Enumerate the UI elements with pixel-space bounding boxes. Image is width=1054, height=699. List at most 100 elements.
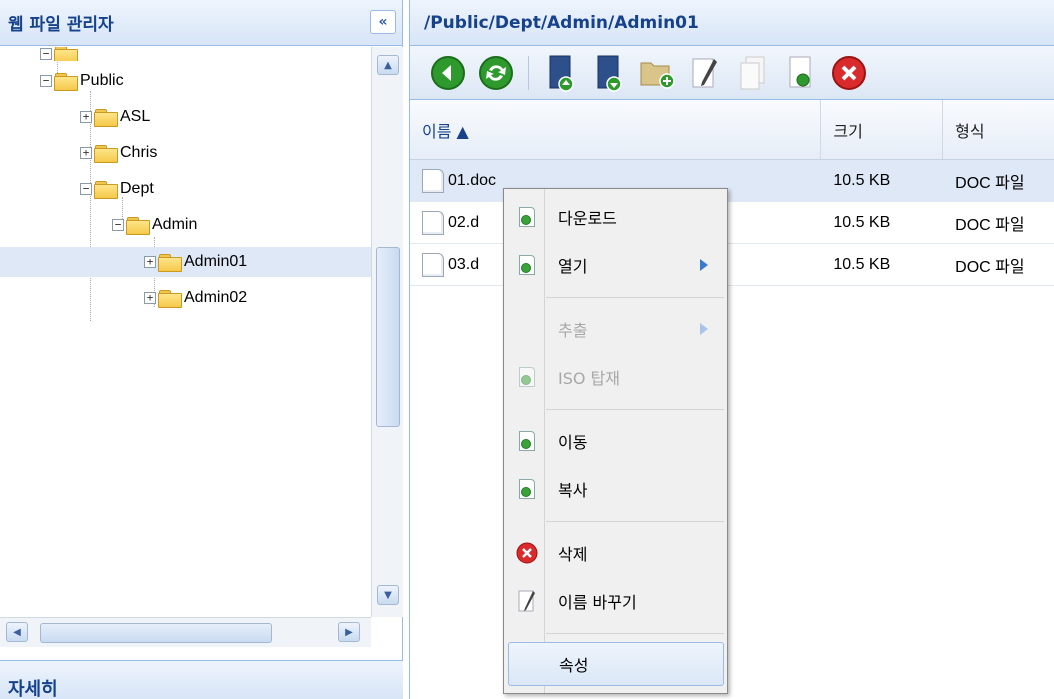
collapse-toggle-icon[interactable]: − bbox=[112, 219, 124, 231]
rename-pen-icon bbox=[692, 58, 717, 87]
tree-item-label: Chris bbox=[120, 144, 158, 161]
tree-item-dept[interactable]: − Dept bbox=[80, 174, 154, 204]
upload-book-icon bbox=[549, 55, 574, 92]
file-type: DOC 파일 bbox=[955, 258, 1025, 276]
menu-separator bbox=[546, 297, 724, 298]
download-button[interactable] bbox=[589, 53, 629, 93]
expand-toggle-icon[interactable]: + bbox=[144, 292, 156, 304]
folder-icon bbox=[54, 47, 78, 61]
tree-item-admin01[interactable]: + Admin01 bbox=[0, 247, 371, 277]
submenu-arrow-icon bbox=[700, 323, 708, 335]
rename-pen-icon bbox=[518, 590, 535, 612]
toolbar-separator bbox=[528, 55, 529, 90]
file-name: 02.d bbox=[448, 213, 480, 231]
tree-item-label: Dept bbox=[120, 180, 154, 197]
menu-item-move[interactable]: 이동 bbox=[508, 423, 724, 459]
tree-item-partial[interactable]: − bbox=[40, 47, 80, 61]
submenu-arrow-icon bbox=[700, 259, 708, 271]
folder-icon bbox=[94, 108, 118, 127]
scroll-down-icon[interactable]: ▼ bbox=[377, 585, 399, 605]
back-button[interactable] bbox=[428, 53, 468, 93]
menu-item-delete[interactable]: 삭제 bbox=[508, 535, 724, 571]
new-folder-icon bbox=[640, 62, 675, 89]
scroll-up-icon[interactable]: ▲ bbox=[377, 55, 399, 75]
menu-item-label: 속성 bbox=[559, 656, 589, 675]
expand-toggle-icon[interactable]: + bbox=[80, 111, 92, 123]
expand-toggle-icon[interactable]: + bbox=[144, 256, 156, 268]
collapse-panel-button[interactable]: « bbox=[370, 10, 396, 34]
tree-item-admin[interactable]: − Admin bbox=[112, 210, 197, 240]
context-menu: 다운로드 열기 추출 ISO 탑재 이동 복사 삭제 이름 바꾸기 속성 bbox=[503, 188, 728, 694]
scroll-right-icon[interactable]: ▶ bbox=[338, 622, 360, 642]
tree-horizontal-scrollbar[interactable]: ◀ ▶ bbox=[0, 617, 371, 647]
menu-item-label: 이름 바꾸기 bbox=[558, 593, 637, 612]
tree-item-public[interactable]: − Public bbox=[40, 66, 124, 96]
collapse-toggle-icon[interactable]: − bbox=[80, 183, 92, 195]
toolbar bbox=[410, 46, 1054, 100]
copy-icon bbox=[740, 56, 765, 89]
expand-toggle-icon[interactable]: + bbox=[80, 147, 92, 159]
folder-open-icon bbox=[94, 180, 118, 199]
menu-item-copy[interactable]: 복사 bbox=[508, 471, 724, 507]
panel-title: 웹 파일 관리자 bbox=[8, 15, 114, 35]
vertical-scroll-thumb[interactable] bbox=[376, 247, 400, 427]
delete-icon bbox=[832, 55, 866, 90]
scroll-left-icon[interactable]: ◀ bbox=[6, 622, 28, 642]
folder-open-icon bbox=[126, 216, 150, 235]
collapse-toggle-icon[interactable]: − bbox=[40, 75, 52, 87]
menu-item-label: 이동 bbox=[558, 433, 588, 452]
folder-icon bbox=[158, 253, 182, 272]
menu-item-label: 열기 bbox=[558, 257, 588, 276]
column-type-header[interactable]: 형식 bbox=[943, 100, 1054, 159]
file-list-header: 이름 ▲ 크기 형식 bbox=[410, 100, 1054, 160]
refresh-button[interactable] bbox=[476, 53, 516, 93]
copy-icon bbox=[519, 479, 535, 499]
document-move-icon bbox=[789, 56, 811, 87]
delete-button[interactable] bbox=[829, 53, 869, 93]
folder-icon bbox=[94, 144, 118, 163]
tree-item-asl[interactable]: + ASL bbox=[80, 102, 150, 132]
file-size: 10.5 KB bbox=[833, 213, 891, 231]
menu-item-iso-mount: ISO 탑재 bbox=[508, 359, 724, 395]
tree-item-admin02[interactable]: + Admin02 bbox=[144, 283, 247, 313]
move-button[interactable] bbox=[781, 53, 821, 93]
menu-item-extract: 추출 bbox=[508, 311, 724, 347]
menu-item-rename[interactable]: 이름 바꾸기 bbox=[508, 583, 724, 619]
menu-item-label: 복사 bbox=[558, 481, 588, 500]
menu-item-label: 추출 bbox=[558, 321, 588, 340]
menu-item-label: 삭제 bbox=[558, 545, 588, 564]
upload-button[interactable] bbox=[541, 53, 581, 93]
open-icon bbox=[519, 255, 535, 275]
rename-button[interactable] bbox=[685, 53, 725, 93]
panel-title-bar: 웹 파일 관리자 « bbox=[0, 0, 402, 46]
column-name-header[interactable]: 이름 ▲ bbox=[410, 100, 822, 159]
current-path-bar: /Public/Dept/Admin/Admin01 bbox=[410, 0, 1054, 46]
download-icon bbox=[519, 207, 535, 227]
document-icon bbox=[422, 252, 444, 277]
column-size-header[interactable]: 크기 bbox=[821, 100, 944, 159]
menu-separator bbox=[546, 633, 724, 634]
copy-button[interactable] bbox=[733, 53, 773, 93]
menu-item-download[interactable]: 다운로드 bbox=[508, 199, 724, 235]
details-panel-header[interactable]: 자세히 bbox=[0, 660, 403, 699]
folder-open-icon bbox=[54, 72, 78, 91]
tree-item-chris[interactable]: + Chris bbox=[80, 138, 157, 168]
new-folder-button[interactable] bbox=[637, 53, 677, 93]
file-size: 10.5 KB bbox=[833, 171, 891, 189]
document-icon bbox=[422, 210, 444, 235]
tree-item-label: Admin01 bbox=[184, 253, 248, 270]
tree-item-label: Public bbox=[80, 72, 124, 89]
file-name: 01.doc bbox=[448, 171, 497, 189]
menu-separator bbox=[546, 521, 724, 522]
delete-icon bbox=[516, 542, 538, 564]
folder-icon bbox=[158, 289, 182, 308]
back-arrow-icon bbox=[431, 55, 465, 90]
menu-item-open[interactable]: 열기 bbox=[508, 247, 724, 283]
folder-tree: − − Public + ASL + Chris − Dept − Admin … bbox=[0, 47, 371, 617]
collapse-toggle-icon[interactable]: − bbox=[40, 48, 52, 60]
file-name: 03.d bbox=[448, 255, 480, 273]
horizontal-scroll-thumb[interactable] bbox=[40, 623, 272, 643]
folder-tree-panel: 웹 파일 관리자 « − − Public + ASL + Chris − De… bbox=[0, 0, 403, 699]
tree-vertical-scrollbar[interactable]: ▲ ▼ bbox=[371, 47, 403, 617]
menu-item-properties[interactable]: 속성 bbox=[508, 642, 724, 686]
